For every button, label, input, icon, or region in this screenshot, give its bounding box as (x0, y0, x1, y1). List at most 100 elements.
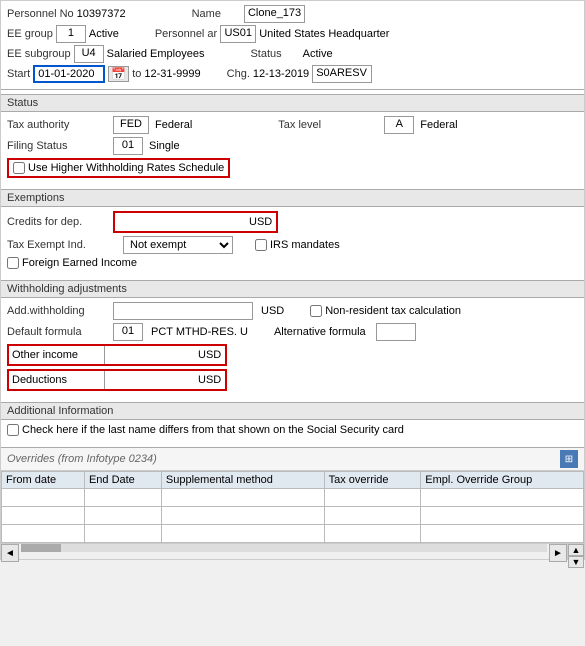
tax-authority-row: Tax authority FED Federal Tax level A Fe… (7, 116, 578, 134)
default-formula-code[interactable]: 01 (113, 323, 143, 341)
ee-subgroup-cell: EE subgroup U4 Salaried Employees (7, 45, 204, 63)
status-cell: Status Active (250, 48, 332, 60)
other-income-row: Other income USD (7, 344, 578, 366)
status-section-header: Status (1, 94, 584, 112)
overrides-header: Overrides (from Infotype 0234) (7, 453, 157, 465)
deductions-input[interactable] (104, 371, 194, 389)
table-icon[interactable]: ⊞ (560, 450, 578, 468)
end-date: 12-31-9999 (144, 68, 200, 80)
personnel-area-name: United States Headquarter (259, 28, 389, 40)
status-label: Status (250, 48, 281, 60)
other-income-label: Other income (9, 348, 104, 362)
scroll-down-btn[interactable]: ▼ (568, 556, 584, 568)
row-start: Start 01-01-2020 📅 to 12-31-9999 Chg. 12… (7, 65, 578, 83)
col-tax-override: Tax override (324, 472, 421, 489)
withholding-title: Withholding adjustments (7, 283, 127, 295)
table-row (2, 507, 584, 525)
ee-subgroup-label: EE subgroup (7, 48, 71, 60)
tax-exempt-select[interactable]: Not exempt (123, 236, 233, 254)
filing-status-label: Filing Status (7, 140, 107, 152)
personnel-no-label: Personnel No (7, 8, 74, 20)
add-withholding-currency: USD (261, 305, 284, 317)
col-empl-override: Empl. Override Group (421, 472, 584, 489)
chg-cell: Chg. 12-13-2019 S0ARESV (227, 65, 373, 83)
personnel-no-cell: Personnel No 10397372 (7, 8, 126, 20)
foreign-earned-checkbox[interactable] (7, 257, 19, 269)
calendar-icon[interactable]: 📅 (108, 66, 129, 82)
row-ee-group: EE group 1 Active Personnel ar US01 Unit… (7, 25, 578, 43)
personnel-area-cell: Personnel ar US01 United States Headquar… (155, 25, 390, 43)
tax-level-name: Federal (420, 119, 457, 131)
irs-mandates-checkbox[interactable] (255, 239, 267, 251)
col-from-date: From date (2, 472, 85, 489)
additional-title: Additional Information (7, 405, 113, 417)
filing-status-code[interactable]: 01 (113, 137, 143, 155)
credits-dep-currency: USD (245, 216, 276, 228)
add-withholding-row: Add.withholding USD Non-resident tax cal… (7, 302, 578, 320)
ee-group-cell: EE group 1 Active (7, 25, 119, 43)
chg-date: 12-13-2019 (253, 68, 309, 80)
additional-content: Check here if the last name differs from… (1, 420, 584, 443)
credits-dep-input[interactable] (115, 213, 245, 231)
credits-dep-row: Credits for dep. USD (7, 211, 578, 233)
ee-subgroup-code[interactable]: U4 (74, 45, 104, 63)
name-label: Name (192, 8, 221, 20)
default-formula-row: Default formula 01 PCT MTHD-RES. U Alter… (7, 323, 578, 341)
non-resident-checkbox[interactable] (310, 305, 322, 317)
foreign-earned-wrap: Foreign Earned Income (7, 257, 137, 269)
start-cell: Start 01-01-2020 📅 to 12-31-9999 (7, 65, 201, 83)
deductions-row: Deductions USD (7, 369, 578, 391)
add-withholding-input[interactable] (113, 302, 253, 320)
higher-withholding-wrap: Use Higher Withholding Rates Schedule (7, 158, 230, 178)
credits-dep-outline: USD (113, 211, 278, 233)
status-title: Status (7, 97, 38, 109)
other-income-input[interactable] (104, 346, 194, 364)
overrides-table: From date End Date Supplemental method T… (1, 471, 584, 543)
tax-level-label: Tax level (278, 119, 378, 131)
name-cell: Name Clone_173 (192, 5, 306, 23)
exemptions-title: Exemptions (7, 192, 64, 204)
higher-withholding-label: Use Higher Withholding Rates Schedule (28, 162, 224, 174)
tax-exempt-row: Tax Exempt Ind. Not exempt IRS mandates (7, 236, 578, 254)
col-end-date: End Date (84, 472, 161, 489)
start-date[interactable]: 01-01-2020 (33, 65, 105, 83)
scroll-thumb (21, 544, 61, 552)
info-area: Personnel No 10397372 Name Clone_173 EE … (1, 1, 584, 90)
withholding-content: Add.withholding USD Non-resident tax cal… (1, 298, 584, 398)
non-resident-label: Non-resident tax calculation (325, 305, 461, 317)
ssn-check-label: Check here if the last name differs from… (22, 424, 404, 436)
main-container: Personnel No 10397372 Name Clone_173 EE … (0, 0, 585, 560)
alt-formula-input[interactable] (376, 323, 416, 341)
other-income-outline: Other income USD (7, 344, 227, 366)
name-value[interactable]: Clone_173 (244, 5, 305, 23)
other-income-currency: USD (194, 349, 225, 361)
tax-level-code[interactable]: A (384, 116, 414, 134)
ee-group-status: Active (89, 28, 119, 40)
personnel-no-value: 10397372 (77, 8, 126, 20)
tax-authority-code[interactable]: FED (113, 116, 149, 134)
deductions-outline: Deductions USD (7, 369, 227, 391)
personnel-area-code[interactable]: US01 (220, 25, 256, 43)
tax-authority-name: Federal (155, 119, 192, 131)
col-supplemental: Supplemental method (161, 472, 324, 489)
higher-withholding-row: Use Higher Withholding Rates Schedule (7, 158, 578, 178)
ee-group-code[interactable]: 1 (56, 25, 86, 43)
deductions-label: Deductions (9, 373, 104, 387)
tax-authority-label: Tax authority (7, 119, 107, 131)
scroll-track[interactable] (21, 544, 547, 552)
overrides-section: Overrides (from Infotype 0234) ⊞ From da… (1, 447, 584, 543)
default-formula-name: PCT MTHD-RES. U (151, 326, 248, 338)
ssn-check-row: Check here if the last name differs from… (7, 424, 578, 436)
vertical-scroll-area: ▲ ▼ (567, 544, 584, 559)
add-withholding-label: Add.withholding (7, 305, 107, 317)
row-personnel: Personnel No 10397372 Name Clone_173 (7, 5, 578, 23)
scroll-left-btn[interactable]: ◄ (1, 544, 19, 562)
ssn-check-checkbox[interactable] (7, 424, 19, 436)
row-ee-subgroup: EE subgroup U4 Salaried Employees Status… (7, 45, 578, 63)
chg-user[interactable]: S0ARESV (312, 65, 372, 83)
withholding-section-header: Withholding adjustments (1, 280, 584, 298)
scroll-up-btn[interactable]: ▲ (568, 544, 584, 556)
higher-withholding-checkbox[interactable] (13, 162, 25, 174)
status-content: Tax authority FED Federal Tax level A Fe… (1, 112, 584, 185)
scroll-right-btn[interactable]: ► (549, 544, 567, 562)
